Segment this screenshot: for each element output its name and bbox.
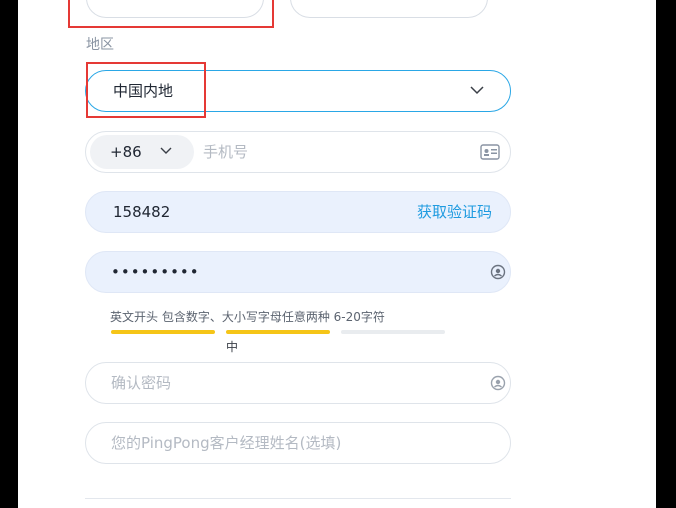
phone-field[interactable]: +86 手机号: [85, 131, 511, 173]
password-field[interactable]: •••••••••: [85, 251, 511, 293]
strength-bar-1: [111, 330, 215, 334]
confirm-password-field[interactable]: 确认密码: [85, 362, 511, 404]
personal-register-tab[interactable]: [86, 0, 264, 18]
strength-bar-2: [226, 330, 330, 334]
eye-icon[interactable]: [488, 263, 508, 281]
region-label: 地区: [86, 37, 114, 53]
sms-code-field[interactable]: 158482 获取验证码: [85, 191, 511, 233]
contact-card-icon[interactable]: [480, 143, 500, 161]
country-code-value: +86: [110, 143, 142, 161]
region-select[interactable]: 中国内地: [85, 70, 511, 112]
company-register-tab[interactable]: [290, 0, 488, 18]
chevron-down-icon: [470, 86, 484, 95]
password-value[interactable]: •••••••••: [111, 252, 200, 292]
sms-code-value[interactable]: 158482: [113, 192, 170, 232]
manager-name-field[interactable]: 您的PingPong客户经理姓名(选填): [85, 422, 511, 464]
registration-panel: 地区 中国内地 +86 手机号 158482 获取验证码 ••••••••• 英…: [18, 0, 656, 508]
password-hint: 英文开头 包含数字、大小写字母任意两种 6-20字符: [110, 310, 385, 324]
country-code-select[interactable]: +86: [90, 135, 194, 169]
phone-input[interactable]: 手机号: [203, 132, 248, 172]
region-selected-value: 中国内地: [113, 82, 174, 100]
chevron-down-icon: [160, 147, 172, 154]
eye-icon[interactable]: [488, 374, 508, 392]
divider: [85, 498, 511, 499]
confirm-password-input[interactable]: 确认密码: [111, 363, 171, 403]
strength-label: 中: [226, 340, 239, 354]
get-sms-code-button[interactable]: 获取验证码: [417, 192, 492, 232]
strength-bar-3: [341, 330, 445, 334]
manager-name-input[interactable]: 您的PingPong客户经理姓名(选填): [111, 423, 341, 463]
